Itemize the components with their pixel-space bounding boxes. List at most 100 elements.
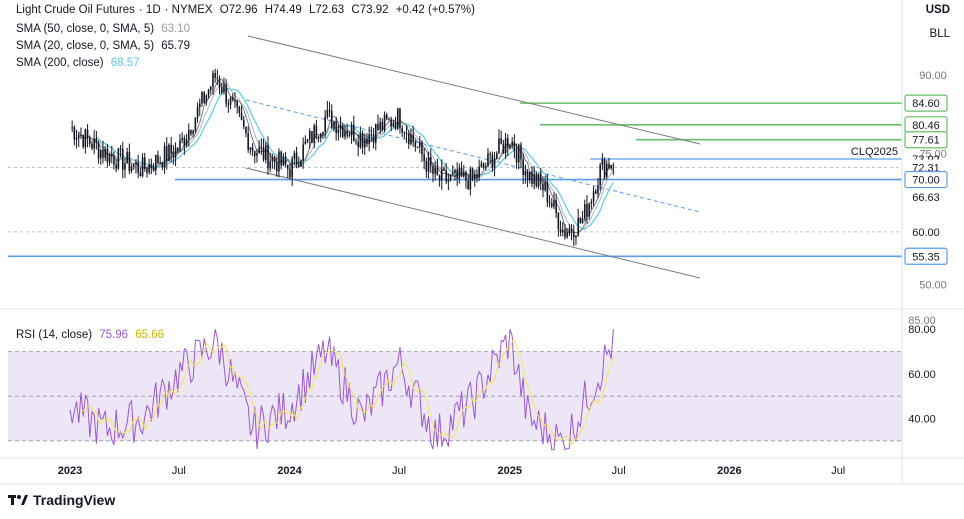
- candle-body: [586, 204, 588, 217]
- candle-body: [445, 170, 447, 182]
- candle-body: [460, 168, 463, 177]
- sma50-legend[interactable]: SMA (50, close, 0, SMA, 5) 63.10: [16, 22, 194, 36]
- price-level-label: 77.61: [912, 135, 940, 147]
- candle-body: [119, 148, 122, 150]
- candle-body: [227, 103, 230, 105]
- candle-body: [493, 158, 496, 169]
- candle-body: [192, 130, 194, 135]
- candle-body: [473, 174, 476, 179]
- sma20-legend[interactable]: SMA (20, close, 0, SMA, 5) 65.79: [16, 39, 194, 53]
- candle-body: [71, 127, 73, 129]
- candle-body: [425, 160, 428, 172]
- time-tick-label: Jul: [172, 465, 186, 477]
- candle-body: [348, 135, 351, 137]
- time-tick-label: 2024: [277, 465, 302, 477]
- channel-lower-line: [245, 167, 701, 279]
- candle-body: [372, 134, 375, 143]
- candle-body: [476, 174, 478, 178]
- candle-body: [271, 157, 274, 162]
- sma200-legend[interactable]: SMA (200, close) 68.57: [16, 56, 144, 70]
- candle-body: [170, 144, 172, 154]
- candle-body: [412, 134, 414, 142]
- candle-body: [570, 228, 573, 232]
- price-level-label: 55.35: [912, 251, 940, 263]
- candle-body: [344, 131, 346, 137]
- tradingview-logo[interactable]: TradingView: [8, 492, 115, 508]
- candle-body: [135, 162, 137, 165]
- symbol-title: Light Crude Oil Futures: [16, 4, 135, 16]
- close-value: C73.92: [351, 4, 389, 16]
- candle-body: [304, 141, 307, 145]
- candle-body: [526, 170, 529, 181]
- candle-body: [152, 167, 155, 171]
- candle-body: [229, 97, 232, 105]
- candle-body: [429, 157, 432, 167]
- candle-body: [163, 146, 166, 168]
- candle-body: [462, 171, 465, 177]
- candle-body: [267, 144, 269, 169]
- tradingview-icon: [8, 493, 28, 507]
- candle-body: [88, 138, 91, 144]
- candle-body: [172, 153, 175, 158]
- candle-body: [80, 135, 82, 137]
- candle-body: [548, 202, 551, 204]
- rsi-legend[interactable]: RSI (14, close) 75.96 65.66: [16, 328, 168, 342]
- candle-body: [383, 114, 386, 131]
- time-tick-label: Jul: [612, 465, 626, 477]
- candle-body: [564, 229, 566, 238]
- candle-body: [216, 77, 219, 79]
- candle-body: [286, 164, 289, 169]
- candle-body: [484, 166, 487, 168]
- candle-body: [159, 162, 161, 164]
- candle-body: [506, 138, 509, 148]
- price-level-label: 84.60: [912, 98, 940, 110]
- currency-label[interactable]: USD: [926, 4, 950, 16]
- rsi-tick-label: 40.00: [908, 414, 936, 426]
- candle-body: [553, 200, 555, 207]
- candle-body: [583, 204, 586, 219]
- candle-body: [427, 157, 430, 172]
- candle-body: [401, 128, 403, 133]
- rsi-ma-value: 65.66: [135, 329, 165, 341]
- candle-body: [447, 179, 450, 182]
- candle-body: [524, 170, 527, 175]
- candle-body: [550, 203, 553, 207]
- candle-body: [154, 154, 157, 171]
- candle-body: [308, 131, 311, 140]
- candle-body: [469, 168, 472, 190]
- candle-body: [418, 142, 421, 147]
- candle-body: [234, 99, 236, 102]
- candle-body: [355, 141, 357, 143]
- candle-body: [414, 141, 417, 148]
- candle-body: [273, 157, 276, 162]
- candle-body: [150, 163, 153, 168]
- candle-body: [196, 107, 199, 118]
- symbol-legend[interactable]: Light Crude Oil Futures · 1D · NYMEX O72.9…: [16, 3, 479, 17]
- sma200-line: [96, 88, 614, 231]
- candle-body: [407, 134, 410, 145]
- candle-body: [220, 87, 223, 93]
- candle-body: [185, 139, 188, 146]
- candle-body: [126, 151, 128, 164]
- candle-body: [319, 133, 322, 138]
- candle-body: [260, 147, 263, 149]
- candle-body: [500, 138, 502, 144]
- candle-body: [194, 117, 197, 131]
- candle-body: [385, 114, 388, 119]
- candle-body: [238, 106, 241, 113]
- candle-body: [410, 134, 412, 145]
- candle-body: [590, 201, 593, 204]
- rsi-tick-label: 60.00: [908, 369, 936, 381]
- price-chart-canvas[interactable]: 90.0075.0050.0084.6080.4677.6173.92CLQ20…: [0, 0, 964, 519]
- candle-body: [374, 123, 377, 143]
- candle-body: [359, 133, 362, 148]
- trend-channel: [245, 35, 701, 279]
- rsi-pane: [8, 329, 902, 451]
- candle-body: [284, 156, 287, 165]
- candle-body: [198, 103, 201, 108]
- candle-body: [330, 110, 333, 129]
- candle-body: [84, 129, 87, 147]
- candle-body: [306, 139, 309, 142]
- candle-body: [77, 135, 80, 139]
- candles: [71, 68, 615, 247]
